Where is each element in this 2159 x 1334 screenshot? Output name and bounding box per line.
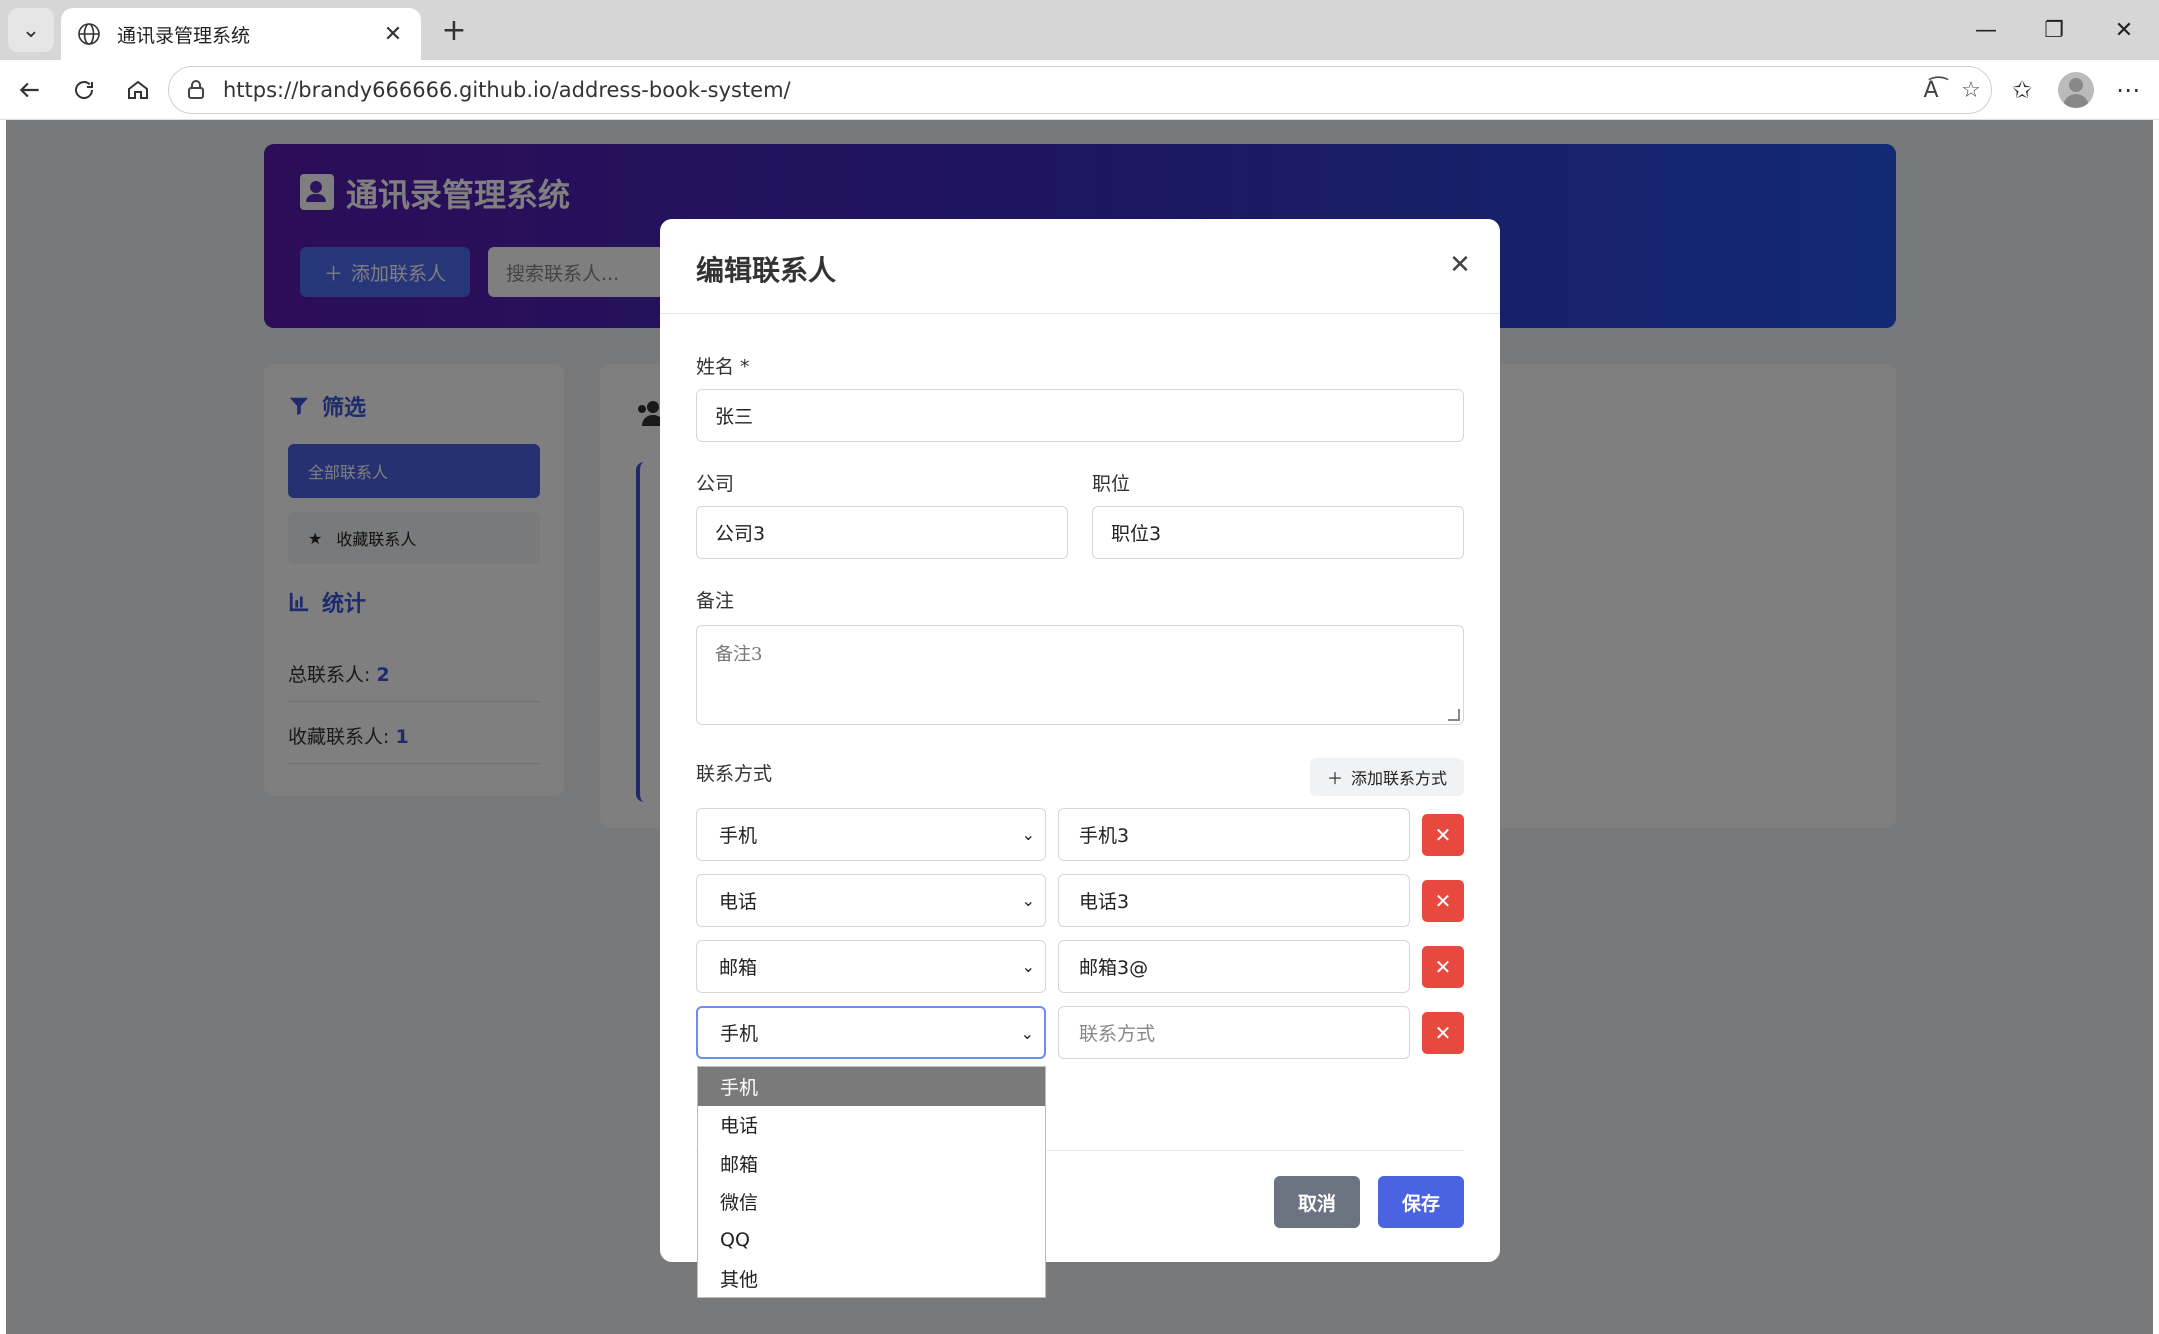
new-tab-button[interactable]: + (434, 12, 474, 48)
tab-title: 通讯录管理系统 (117, 24, 251, 47)
modal-title: 编辑联系人 (696, 254, 837, 287)
close-window-button[interactable]: ✕ (2090, 0, 2158, 60)
back-button[interactable] (10, 70, 50, 110)
close-icon[interactable]: ✕ (1442, 247, 1478, 283)
address-bar-row: https://brandy666666.github.io/address-b… (0, 60, 2159, 120)
remove-contact-button[interactable]: ✕ (1422, 814, 1464, 856)
contacts-label: 联系方式 (696, 763, 773, 785)
modal-header: 编辑联系人 ✕ (660, 219, 1500, 314)
favorite-star-icon[interactable]: ☆ (1951, 70, 1991, 110)
save-button[interactable]: 保存 (1378, 1176, 1464, 1228)
globe-icon (75, 20, 103, 48)
name-field[interactable]: 张三 (696, 389, 1464, 442)
contact-value-field[interactable]: 手机3 (1058, 808, 1410, 861)
contact-type-select[interactable]: 电话 ⌄ (696, 874, 1046, 927)
url-bar[interactable]: https://brandy666666.github.io/address-b… (168, 66, 1992, 114)
tab-close-icon[interactable]: ✕ (379, 22, 407, 47)
favorites-icon: ✩ (2011, 76, 2033, 104)
remove-contact-button[interactable]: ✕ (1422, 880, 1464, 922)
dropdown-option[interactable]: QQ (698, 1221, 1045, 1260)
contact-type-value: 电话 (719, 891, 758, 913)
url-text[interactable]: https://brandy666666.github.io/address-b… (223, 78, 1911, 102)
contact-type-value: 手机 (719, 825, 758, 847)
contact-type-dropdown-list: 手机 电话 邮箱 微信 QQ 其他 (697, 1066, 1046, 1298)
reload-icon (75, 81, 93, 99)
tab-actions-menu-button[interactable]: ⌄ (8, 8, 54, 52)
chevron-down-icon: ⌄ (1020, 1024, 1034, 1043)
contact-type-value: 邮箱 (719, 957, 758, 979)
add-contact-method-label: 添加联系方式 (1351, 769, 1448, 788)
company-label: 公司 (696, 473, 735, 495)
contact-value-field[interactable]: 邮箱3@ (1058, 940, 1410, 993)
contact-type-value: 手机 (720, 1023, 759, 1045)
contact-type-select-open[interactable]: 手机 ⌄ (696, 1006, 1046, 1059)
dropdown-option[interactable]: 邮箱 (698, 1144, 1045, 1183)
company-field[interactable]: 公司3 (696, 506, 1068, 559)
chevron-down-icon: ⌄ (21, 17, 41, 43)
lock-icon (187, 79, 209, 101)
position-field[interactable]: 职位3 (1092, 506, 1464, 559)
name-label: 姓名 * (696, 356, 750, 378)
chevron-down-icon: ⌄ (1021, 825, 1035, 844)
profile-avatar[interactable] (2058, 72, 2094, 108)
position-label: 职位 (1092, 473, 1131, 495)
browser-tab[interactable]: 通讯录管理系统 ✕ (61, 8, 421, 60)
minimize-button[interactable]: — (1952, 0, 2020, 60)
read-aloud-icon[interactable]: A͡ (1911, 70, 1951, 110)
dropdown-option[interactable]: 电话 (698, 1106, 1045, 1145)
contact-value-field[interactable]: 联系方式 (1058, 1006, 1410, 1059)
dropdown-option[interactable]: 微信 (698, 1183, 1045, 1222)
notes-field[interactable]: 备注3 (696, 625, 1464, 725)
contact-type-select[interactable]: 邮箱 ⌄ (696, 940, 1046, 993)
remove-contact-button[interactable]: ✕ (1422, 946, 1464, 988)
restore-button[interactable]: ❐ (2020, 0, 2088, 60)
home-button[interactable] (118, 70, 158, 110)
home-icon (128, 80, 148, 99)
cancel-button[interactable]: 取消 (1274, 1176, 1360, 1228)
more-dots-icon: ⋯ (2116, 76, 2140, 104)
more-menu-button[interactable]: ⋯ (2108, 70, 2148, 110)
favorites-button[interactable]: ✩ (2002, 70, 2042, 110)
reload-button[interactable] (64, 70, 104, 110)
chevron-down-icon: ⌄ (1021, 957, 1035, 976)
browser-tab-bar: ⌄ 通讯录管理系统 ✕ + — ❐ ✕ (0, 0, 2159, 60)
contact-value-field[interactable]: 电话3 (1058, 874, 1410, 927)
chevron-down-icon: ⌄ (1021, 891, 1035, 910)
remove-contact-button[interactable]: ✕ (1422, 1012, 1464, 1054)
notes-label: 备注 (696, 590, 735, 612)
add-contact-method-button[interactable]: ＋ 添加联系方式 (1310, 758, 1464, 796)
plus-icon: ＋ (1326, 769, 1343, 788)
contact-type-select[interactable]: 手机 ⌄ (696, 808, 1046, 861)
back-arrow-icon (19, 82, 39, 98)
dropdown-option[interactable]: 手机 (698, 1067, 1045, 1106)
dropdown-option[interactable]: 其他 (698, 1260, 1045, 1299)
